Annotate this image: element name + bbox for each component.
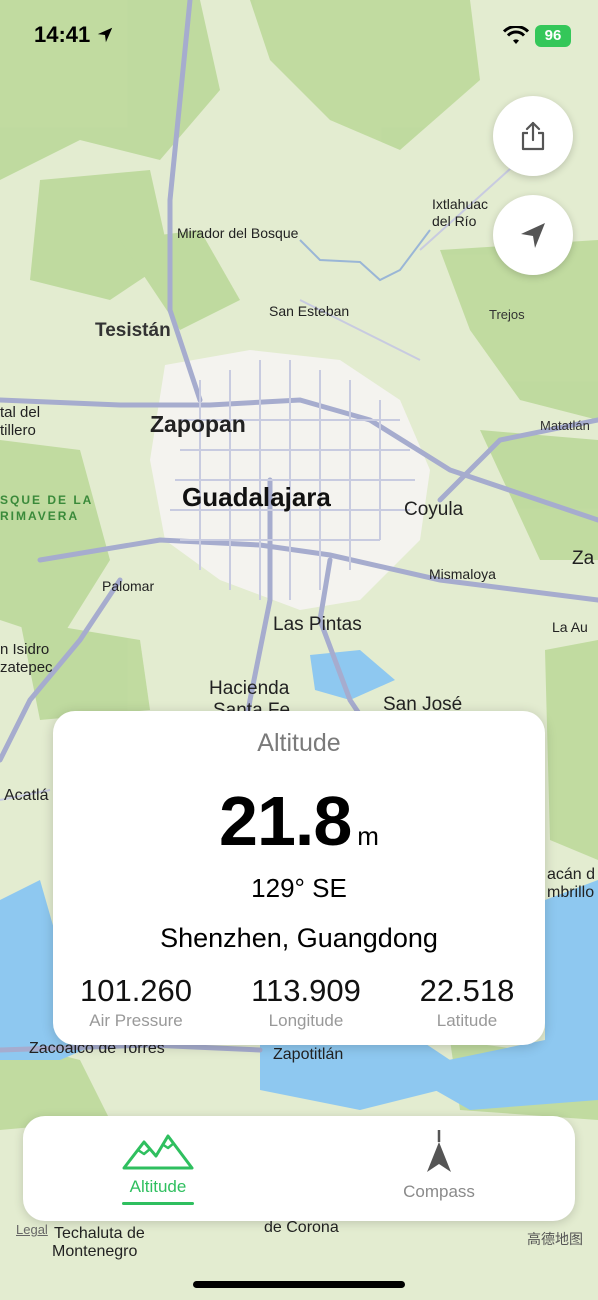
map-label: zatepec (0, 659, 53, 676)
legal-link[interactable]: Legal (16, 1222, 48, 1237)
altitude-unit: m (357, 821, 379, 851)
status-time: 14:41 (34, 22, 91, 47)
map-label: Palomar (102, 578, 155, 594)
map-label: San Esteban (269, 303, 350, 319)
latitude-stat: 22.518 Latitude (392, 973, 542, 1031)
map-label: del Río (432, 213, 477, 229)
map-attribution: 高德地图 (527, 1231, 583, 1247)
share-button[interactable] (493, 96, 573, 176)
map-label: Techaluta de (54, 1225, 145, 1242)
heading-readout: 129° SE (251, 873, 347, 903)
location-services-icon (97, 27, 113, 43)
tab-altitude-label: Altitude (129, 1177, 187, 1196)
air-pressure-stat: 101.260 Air Pressure (61, 973, 211, 1031)
map-label: Mismaloya (429, 566, 496, 582)
longitude-label: Longitude (268, 1011, 344, 1030)
map-label: Hacienda (209, 678, 290, 699)
altitude-readout: 21.8 m (53, 781, 545, 861)
home-indicator[interactable] (193, 1281, 405, 1288)
map-label: mbrillo (547, 884, 595, 901)
battery-indicator: 96 (535, 25, 571, 47)
map-label: Matatlán (540, 418, 590, 433)
map-label: de Corona (264, 1219, 339, 1236)
mountains-icon (122, 1134, 194, 1170)
map-label: tal del (0, 404, 41, 421)
map-label: Guadalajara (182, 482, 331, 512)
share-icon (521, 121, 545, 151)
altitude-value: 21.8 (219, 782, 352, 860)
map-label: Mirador del Bosque (177, 225, 299, 241)
map-label: Trejos (489, 307, 525, 322)
map-label: La Au (552, 619, 588, 635)
map-label: Tesistán (95, 320, 171, 341)
map-label: Za (572, 548, 595, 569)
active-tab-indicator (122, 1202, 194, 1205)
map-label: SQUE DE LA (0, 493, 94, 507)
locate-me-button[interactable] (493, 195, 573, 275)
longitude-stat: 113.909 Longitude (231, 973, 381, 1031)
latitude-value: 22.518 (419, 973, 515, 1008)
place-name: Shenzhen, Guangdong (160, 923, 438, 953)
card-title: Altitude (257, 729, 341, 757)
map-label: Ixtlahuac (432, 196, 489, 212)
map-label: Montenegro (52, 1243, 138, 1260)
altitude-card: Altitude 21.8 m 129° SE Shenzhen, Guangdo… (53, 711, 545, 1045)
map-label: Coyula (404, 499, 464, 520)
map-label: Zapotitlán (273, 1046, 344, 1063)
status-bar: 14:41 96 (0, 0, 598, 72)
location-arrow-icon (521, 223, 545, 248)
tab-compass-label: Compass (403, 1182, 475, 1201)
tab-altitude[interactable]: Altitude (58, 1116, 258, 1221)
tab-compass[interactable]: Compass (339, 1116, 539, 1221)
air-pressure-value: 101.260 (79, 973, 193, 1008)
map-label: Acatlá (4, 787, 49, 804)
map-label: RIMAVERA (0, 509, 80, 523)
latitude-label: Latitude (436, 1011, 498, 1030)
tab-bar: Altitude Compass (23, 1116, 575, 1221)
map-label: Zapopan (150, 411, 246, 437)
map-label: tillero (0, 422, 36, 439)
wifi-icon (503, 26, 529, 44)
map-view[interactable] (0, 0, 598, 1300)
map-label: n Isidro (0, 641, 50, 658)
map-label: Las Pintas (273, 614, 362, 635)
air-pressure-label: Air Pressure (89, 1011, 183, 1030)
longitude-value: 113.909 (251, 973, 361, 1008)
map-label: acán d (547, 866, 596, 883)
compass-arrow-icon (427, 1130, 451, 1172)
